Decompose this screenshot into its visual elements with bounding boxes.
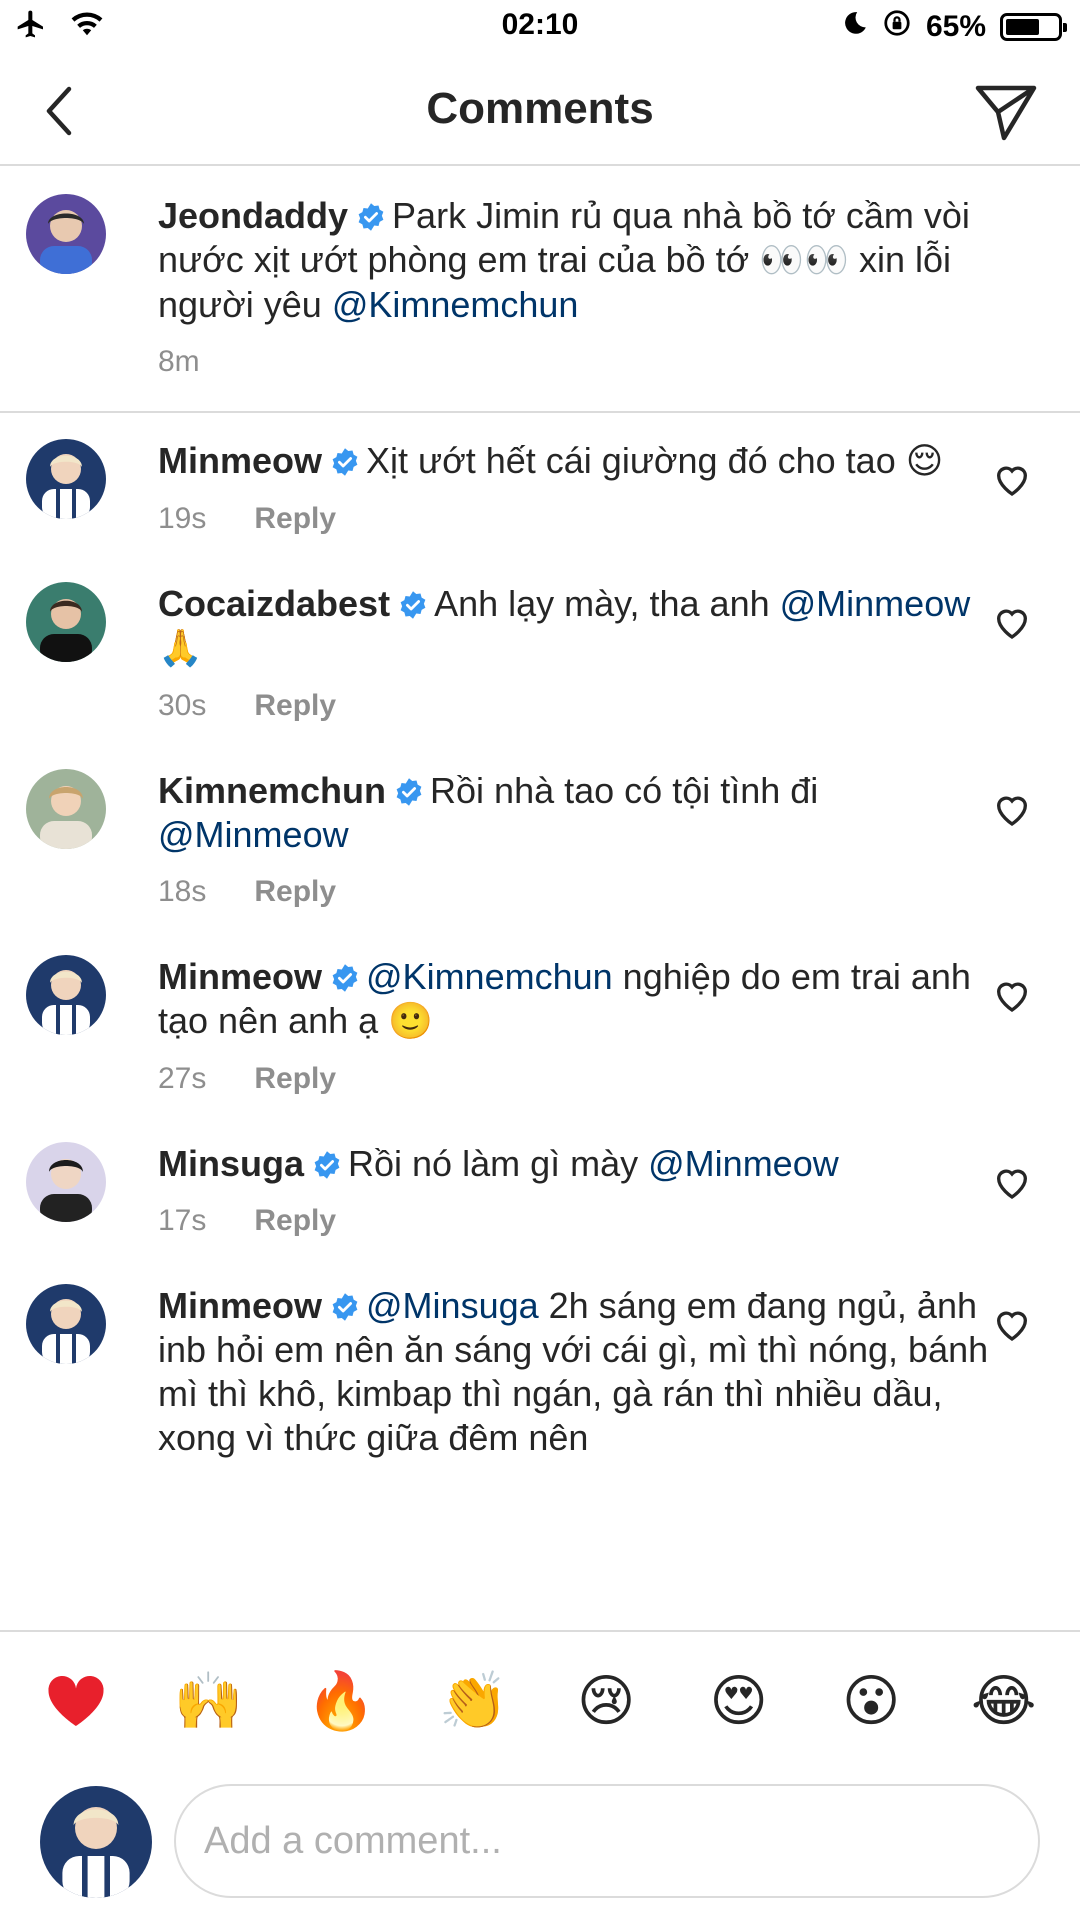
folded-hands-emoji: 🙏: [158, 628, 203, 669]
comment-item: Kimnemchun Rồi nhà tao có tội tình đi @Mi…: [0, 723, 1080, 909]
comment-item: Minsuga Rồi nó làm gì mày @Minmeow 17s Re…: [0, 1096, 1080, 1238]
reply-button[interactable]: Reply: [254, 689, 336, 723]
moon-icon: [842, 10, 868, 44]
page-title: Comments: [426, 84, 654, 133]
comment-text: Cocaizdabest Anh lạy mày, tha anh @Minmeo…: [158, 582, 990, 671]
verified-badge-icon: [332, 1293, 358, 1321]
my-avatar: [40, 1786, 152, 1898]
verified-badge-icon: [314, 1151, 340, 1179]
mention-link[interactable]: @Minsuga: [366, 1285, 539, 1326]
comment-time: 17s: [158, 1204, 207, 1237]
clapping-emoji-button[interactable]: 👏: [434, 1661, 514, 1741]
comment-body: Rồi nó làm gì mày: [348, 1143, 639, 1184]
eyes-emoji: 👀👀: [759, 240, 849, 281]
heart-eyes-emoji-button[interactable]: 😍: [699, 1661, 779, 1741]
share-button[interactable]: [968, 74, 1044, 150]
comment-meta: 19s Reply: [158, 502, 990, 536]
verified-badge-icon: [358, 203, 384, 231]
comment-time: 19s: [158, 502, 207, 535]
comment-text: Minmeow Xịt ướt hết cái giường đó cho tao…: [158, 439, 990, 484]
comment-text: Kimnemchun Rồi nhà tao có tội tình đi @Mi…: [158, 769, 990, 857]
status-bar: 02:10 65%: [0, 0, 1080, 52]
comment-username[interactable]: Jeondaddy: [158, 195, 348, 236]
reply-button[interactable]: Reply: [254, 1204, 336, 1238]
caption-text: Jeondaddy Park Jimin rủ qua nhà bồ tớ cầm…: [158, 194, 1040, 327]
comment-username[interactable]: Kimnemchun: [158, 770, 386, 811]
like-heart-icon[interactable]: [992, 789, 1032, 829]
avatar[interactable]: [26, 194, 106, 274]
mention-link[interactable]: @Minmeow: [780, 583, 971, 624]
comment-time: 30s: [158, 689, 207, 722]
comment-username[interactable]: Cocaizdabest: [158, 583, 390, 624]
fire-emoji-button[interactable]: 🔥: [301, 1661, 381, 1741]
comment-username[interactable]: Minmeow: [158, 440, 322, 481]
comment-item: Minmeow @Minsuga 2h sáng em đang ngủ, ảnh…: [0, 1238, 1080, 1460]
mention-link[interactable]: @Minmeow: [158, 814, 349, 855]
like-heart-icon[interactable]: [992, 602, 1032, 642]
reply-button[interactable]: Reply: [254, 1062, 336, 1096]
surprised-emoji-button[interactable]: 😮: [831, 1661, 911, 1741]
comment-composer: [0, 1780, 1080, 1910]
avatar[interactable]: [26, 1284, 106, 1364]
like-heart-icon[interactable]: [992, 1304, 1032, 1344]
chevron-left-icon: [46, 86, 72, 136]
comment-body: Anh lạy mày, tha anh: [434, 583, 770, 624]
comment-username[interactable]: Minsuga: [158, 1143, 304, 1184]
comment-meta: 18s Reply: [158, 875, 990, 909]
verified-badge-icon: [332, 448, 358, 476]
laughing-emoji-button[interactable]: 😂: [964, 1661, 1044, 1741]
verified-badge-icon: [396, 778, 422, 806]
crying-emoji-button[interactable]: 😢: [566, 1661, 646, 1741]
rotation-lock-icon: [882, 8, 912, 46]
mention-link[interactable]: @Kimnemchun: [332, 284, 579, 325]
battery-percent: 65%: [925, 10, 986, 43]
raised-hands-emoji-button[interactable]: 🙌: [169, 1661, 249, 1741]
comment-text: Minsuga Rồi nó làm gì mày @Minmeow: [158, 1142, 990, 1186]
verified-badge-icon: [332, 964, 358, 992]
comment-meta: 27s Reply: [158, 1062, 990, 1096]
battery-level: [1006, 19, 1039, 35]
avatar[interactable]: [26, 439, 106, 519]
comment-time: 8m: [158, 345, 200, 378]
like-heart-icon[interactable]: [992, 975, 1032, 1015]
verified-badge-icon: [400, 591, 426, 619]
slight-smile-emoji: 🙂: [388, 1001, 434, 1042]
comment-text: Minmeow @Kimnemchun nghiệp do em trai anh…: [158, 955, 990, 1044]
avatar[interactable]: [26, 1142, 106, 1222]
comment-item: Minmeow @Kimnemchun nghiệp do em trai anh…: [0, 909, 1080, 1096]
mention-link[interactable]: @Minmeow: [648, 1143, 839, 1184]
comment-text: Minmeow @Minsuga 2h sáng em đang ngủ, ảnh…: [158, 1284, 990, 1460]
reply-button[interactable]: Reply: [254, 502, 336, 536]
comment-time: 27s: [158, 1062, 207, 1095]
reply-button[interactable]: Reply: [254, 875, 336, 909]
comment-meta: 17s Reply: [158, 1204, 990, 1238]
comment-input[interactable]: [174, 1784, 1040, 1898]
comments-list[interactable]: Jeondaddy Park Jimin rủ qua nhà bồ tớ cầm…: [0, 168, 1080, 1628]
status-right: 65%: [842, 8, 1067, 46]
post-caption: Jeondaddy Park Jimin rủ qua nhà bồ tớ cầm…: [0, 168, 1080, 413]
comment-meta: 8m: [158, 345, 1040, 379]
paper-plane-icon: [975, 85, 1037, 141]
mention-link[interactable]: @Kimnemchun: [366, 956, 613, 997]
like-heart-icon[interactable]: [992, 459, 1032, 499]
avatar[interactable]: [26, 955, 106, 1035]
comment-body: Rồi nhà tao có tội tình đi: [430, 770, 819, 811]
battery-icon: [1000, 13, 1067, 41]
avatar[interactable]: [26, 769, 106, 849]
like-heart-icon[interactable]: [992, 1162, 1032, 1202]
avatar[interactable]: [26, 582, 106, 662]
relieved-emoji: 😌: [905, 441, 944, 482]
back-button[interactable]: [28, 76, 88, 146]
heart-emoji-button[interactable]: [36, 1661, 116, 1741]
comment-meta: 30s Reply: [158, 689, 990, 723]
comment-username[interactable]: Minmeow: [158, 1285, 322, 1326]
comment-time: 18s: [158, 875, 207, 908]
comment-username[interactable]: Minmeow: [158, 956, 322, 997]
comment-item: Minmeow Xịt ướt hết cái giường đó cho tao…: [0, 413, 1080, 536]
comment-item: Cocaizdabest Anh lạy mày, tha anh @Minmeo…: [0, 536, 1080, 723]
header: Comments: [0, 56, 1080, 166]
emoji-reaction-bar: 🙌 🔥 👏 😢 😍 😮 😂: [0, 1630, 1080, 1770]
comment-body: Xịt ướt hết cái giường đó cho tao: [366, 440, 896, 481]
